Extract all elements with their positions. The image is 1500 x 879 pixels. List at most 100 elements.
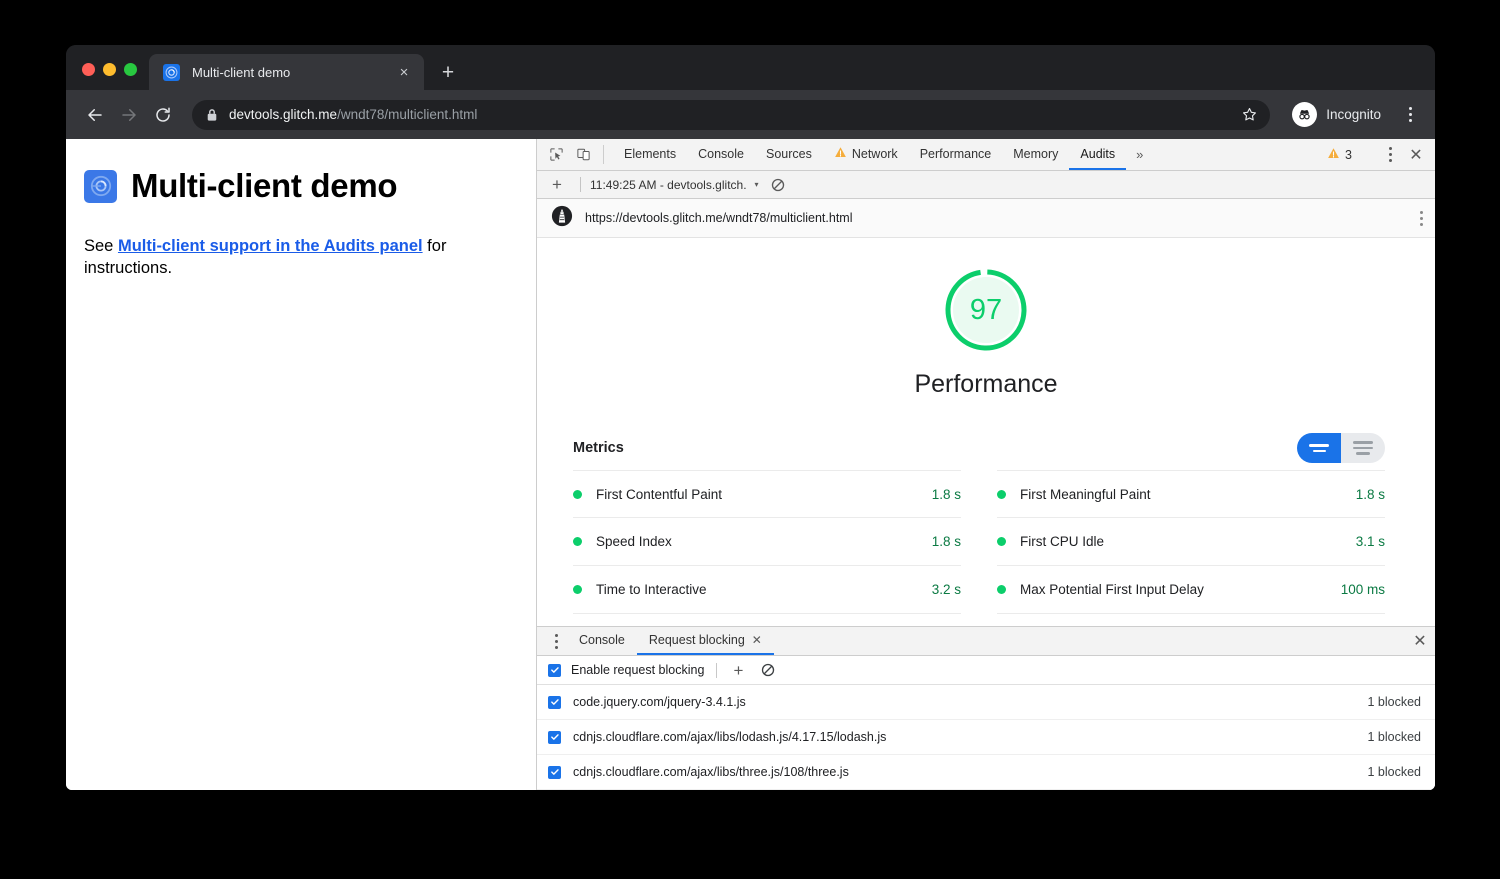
minimize-window-button[interactable] xyxy=(103,63,116,76)
star-icon[interactable] xyxy=(1236,102,1262,128)
new-audit-button[interactable]: + xyxy=(543,176,571,193)
blocked-pattern-row[interactable]: cdnjs.cloudflare.com/ajax/libs/lodash.js… xyxy=(537,720,1435,755)
devtools-drawer: Console Request blocking ✕ ✕ Enable requ… xyxy=(537,626,1435,790)
tab-console[interactable]: Console xyxy=(687,139,755,170)
maximize-window-button[interactable] xyxy=(124,63,137,76)
clear-reports-icon[interactable] xyxy=(771,178,785,192)
tab-performance[interactable]: Performance xyxy=(909,139,1003,170)
metric-row[interactable]: Time to Interactive 3.2 s xyxy=(573,566,961,614)
pattern-checkbox[interactable] xyxy=(548,731,561,744)
warning-count-badge[interactable]: 3 xyxy=(1320,147,1359,163)
metric-row[interactable]: First CPU Idle 3.1 s xyxy=(997,518,1385,566)
forward-icon[interactable] xyxy=(114,100,144,130)
lock-icon xyxy=(206,108,218,122)
close-icon[interactable]: ✕ xyxy=(752,633,762,647)
close-icon[interactable]: × xyxy=(394,62,414,82)
warning-triangle-icon xyxy=(1327,147,1340,163)
browser-tab[interactable]: Multi-client demo × xyxy=(149,54,424,90)
metrics-grid: First Contentful Paint 1.8 s Speed Index… xyxy=(573,470,1385,614)
browser-menu-icon[interactable] xyxy=(1397,102,1423,128)
device-toggle-icon[interactable] xyxy=(570,139,597,170)
toolbar-divider xyxy=(716,663,717,678)
status-dot-pass-icon xyxy=(997,490,1006,499)
tab-network[interactable]: Network xyxy=(823,139,909,170)
report-select[interactable]: 11:49:25 AM - devtools.glitch. ▾ xyxy=(590,178,759,192)
back-icon[interactable] xyxy=(80,100,110,130)
browser-toolbar: devtools.glitch.me/wndt78/multiclient.ht… xyxy=(66,90,1435,139)
drawer-menu-icon[interactable] xyxy=(545,627,567,655)
web-page-viewport: Multi-client demo See Multi-client suppo… xyxy=(66,139,536,790)
tab-label: Network xyxy=(852,147,898,161)
report-select-value: 11:49:25 AM - devtools.glitch. xyxy=(590,178,747,192)
metric-row[interactable]: First Contentful Paint 1.8 s xyxy=(573,470,961,518)
tab-audits[interactable]: Audits xyxy=(1069,139,1126,170)
metrics-column-right: First Meaningful Paint 1.8 s First CPU I… xyxy=(997,470,1385,614)
drawer-tab-console[interactable]: Console xyxy=(567,627,637,655)
reload-icon[interactable] xyxy=(148,100,178,130)
more-tabs-icon[interactable]: » xyxy=(1126,139,1153,170)
desktop-background: Multi-client demo × + xyxy=(0,0,1500,879)
devtools-tabbar-right: 3 ✕ xyxy=(1320,139,1435,170)
url-host: devtools.glitch.me xyxy=(229,107,337,122)
page-heading-row: Multi-client demo xyxy=(84,167,506,205)
address-bar[interactable]: devtools.glitch.me/wndt78/multiclient.ht… xyxy=(192,100,1270,130)
close-window-button[interactable] xyxy=(82,63,95,76)
remove-all-patterns-icon[interactable] xyxy=(757,663,779,677)
audits-report: 97 Performance Metrics xyxy=(537,238,1435,626)
devtools-swirl-icon xyxy=(84,170,117,203)
lighthouse-icon xyxy=(551,205,573,232)
expanded-view-icon[interactable] xyxy=(1341,433,1385,463)
inspect-cursor-icon[interactable] xyxy=(543,139,570,170)
close-drawer-icon[interactable]: ✕ xyxy=(1405,627,1435,655)
metrics-header: Metrics xyxy=(573,433,1385,463)
chevron-down-icon: ▾ xyxy=(755,180,759,189)
audits-docs-link[interactable]: Multi-client support in the Audits panel xyxy=(118,237,423,255)
report-header: https://devtools.glitch.me/wndt78/multic… xyxy=(537,199,1435,238)
metric-row[interactable]: First Meaningful Paint 1.8 s xyxy=(997,470,1385,518)
request-blocking-toolbar: Enable request blocking + xyxy=(537,656,1435,685)
drawer-tab-request-blocking[interactable]: Request blocking ✕ xyxy=(637,627,774,655)
metric-name: First Meaningful Paint xyxy=(1020,487,1356,502)
blocked-pattern-row[interactable]: code.jquery.com/jquery-3.4.1.js 1 blocke… xyxy=(537,685,1435,720)
tab-elements[interactable]: Elements xyxy=(613,139,687,170)
score-gauge: 97 xyxy=(942,266,1030,354)
tab-memory[interactable]: Memory xyxy=(1002,139,1069,170)
score-label: Performance xyxy=(914,370,1057,399)
metric-value: 1.8 s xyxy=(1356,487,1385,502)
new-tab-button[interactable]: + xyxy=(434,58,462,86)
page-instructions: See Multi-client support in the Audits p… xyxy=(84,235,504,280)
blocked-pattern-row[interactable]: cdnjs.cloudflare.com/ajax/libs/three.js/… xyxy=(537,755,1435,790)
devtools-panel: Elements Console Sources Network Perform… xyxy=(536,139,1435,790)
add-pattern-button[interactable]: + xyxy=(729,662,747,679)
metric-name: First Contentful Paint xyxy=(596,487,932,502)
drawer-tab-bar: Console Request blocking ✕ ✕ xyxy=(537,627,1435,656)
tab-sources[interactable]: Sources xyxy=(755,139,823,170)
pattern-blocked-count: 1 blocked xyxy=(1367,765,1421,779)
tab-title: Multi-client demo xyxy=(192,65,394,80)
metric-name: Speed Index xyxy=(596,534,932,549)
tab-strip: Multi-client demo × + xyxy=(66,45,1435,90)
pattern-checkbox[interactable] xyxy=(548,766,561,779)
profile-chip[interactable]: Incognito xyxy=(1282,102,1387,127)
tab-label: Audits xyxy=(1080,147,1115,161)
close-devtools-icon[interactable]: ✕ xyxy=(1403,145,1429,165)
score-value: 97 xyxy=(942,266,1030,354)
metric-row[interactable]: Speed Index 1.8 s xyxy=(573,518,961,566)
metrics-title: Metrics xyxy=(573,440,624,456)
pattern-checkbox[interactable] xyxy=(548,696,561,709)
metrics-view-toggle[interactable] xyxy=(1297,433,1385,463)
metric-name: Time to Interactive xyxy=(596,582,932,597)
metric-value: 3.1 s xyxy=(1356,534,1385,549)
enable-request-blocking-checkbox[interactable] xyxy=(548,664,561,677)
metric-row[interactable]: Max Potential First Input Delay 100 ms xyxy=(997,566,1385,614)
status-dot-pass-icon xyxy=(997,585,1006,594)
status-dot-pass-icon xyxy=(997,537,1006,546)
devtools-menu-icon[interactable] xyxy=(1379,147,1401,162)
pattern-url: cdnjs.cloudflare.com/ajax/libs/three.js/… xyxy=(573,765,1367,779)
metrics-section: Metrics xyxy=(573,433,1385,614)
report-menu-icon[interactable] xyxy=(1420,211,1423,226)
profile-label: Incognito xyxy=(1326,107,1381,122)
browser-window: Multi-client demo × + xyxy=(66,45,1435,790)
enable-request-blocking-label: Enable request blocking xyxy=(571,663,704,677)
compact-view-icon[interactable] xyxy=(1297,433,1341,463)
